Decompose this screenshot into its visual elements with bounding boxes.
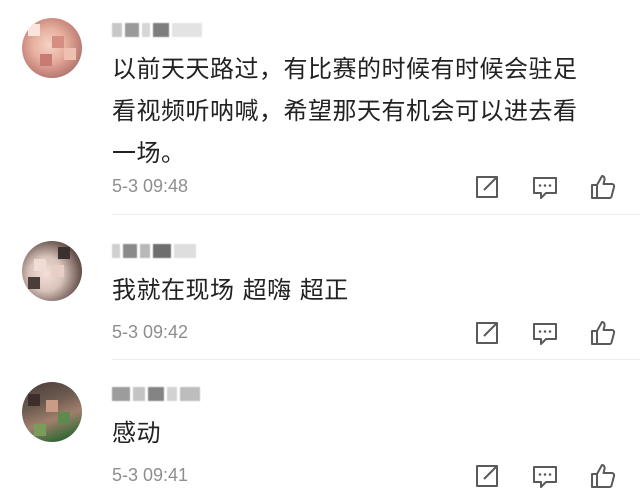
username-redacted[interactable] [112,386,203,401]
like-icon[interactable] [588,461,618,491]
like-icon[interactable] [588,318,618,348]
avatar[interactable] [22,241,82,301]
comment-item: 感动 5-3 09:41 [0,360,640,490]
comment-item: 以前天天路过，有比赛的时候有时候会驻足 看视频听呐喊，希望那天有机会可以进去看 … [0,0,640,215]
like-icon[interactable] [588,172,618,202]
avatar[interactable] [22,18,82,78]
comment-text-line: 一场。 [112,139,186,167]
comment-actions [472,172,622,202]
comment-text: 我就在现场 超嗨 超正 [112,269,622,311]
comment-text-line: 以前天天路过，有比赛的时候有时候会驻足 [112,55,578,83]
share-icon[interactable] [472,318,502,348]
comment-timestamp: 5-3 09:42 [112,322,189,342]
comment-text-line: 感动 [112,419,161,447]
username-redacted[interactable] [112,22,205,37]
share-icon[interactable] [472,172,502,202]
reply-icon[interactable] [530,172,560,202]
comment-actions [472,461,622,491]
comment-text: 以前天天路过，有比赛的时候有时候会驻足 看视频听呐喊，希望那天有机会可以进去看 … [112,48,622,174]
share-icon[interactable] [472,461,502,491]
reply-icon[interactable] [530,461,560,491]
comment-timestamp: 5-3 09:41 [112,465,189,485]
comment-text: 感动 [112,412,622,454]
username-redacted[interactable] [112,243,199,258]
comment-item: 我就在现场 超嗨 超正 5-3 09:42 [0,215,640,360]
avatar[interactable] [22,382,82,442]
reply-icon[interactable] [530,318,560,348]
comment-actions [472,318,622,348]
comment-text-line: 看视频听呐喊，希望那天有机会可以进去看 [112,97,578,125]
comment-text-line: 我就在现场 超嗨 超正 [112,276,349,304]
comment-timestamp: 5-3 09:48 [112,176,189,196]
